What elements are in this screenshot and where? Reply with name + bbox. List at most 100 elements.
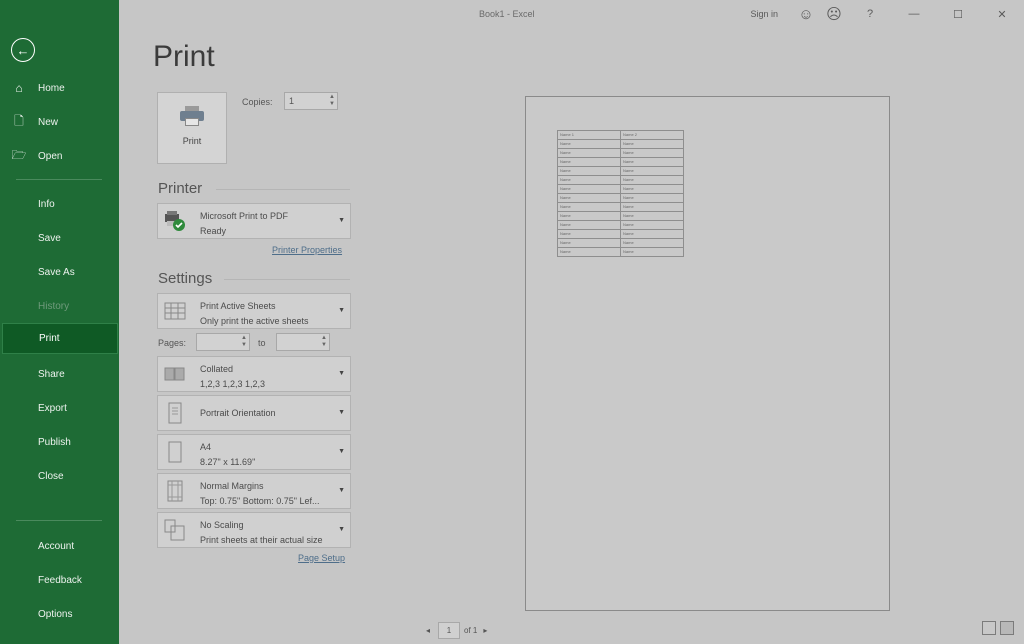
nav-new-label: New (38, 116, 59, 128)
copies-stepper[interactable]: 1 ▲ ▼ (284, 92, 338, 110)
table-cell: Name (620, 148, 684, 158)
dropdown-caret-icon: ▼ (338, 217, 345, 224)
pages-to-stepper[interactable]: ▲ ▼ (276, 333, 330, 351)
table-row: Name Name (557, 175, 684, 185)
nav-export[interactable]: Export (0, 394, 119, 422)
table-row: Name Name (557, 166, 684, 176)
collation-title: Collated (200, 364, 234, 374)
print-button-label: Print (182, 136, 202, 146)
nav-account[interactable]: Account (0, 532, 119, 560)
smile-feedback-icon[interactable]: ☺ (792, 0, 820, 28)
paper-size-dropdown[interactable]: A4 8.27" x 11.69" ▼ (157, 434, 351, 470)
table-cell: Name (620, 139, 684, 149)
table-row: Name Name (557, 139, 684, 149)
scaling-subtitle: Print sheets at their actual size (200, 535, 323, 545)
table-cell: Name (620, 166, 684, 176)
orientation-dropdown[interactable]: Portrait Orientation ▼ (157, 395, 351, 431)
preview-pager: ◂ 1 of 1 ▸ (426, 621, 487, 639)
table-row: Name Name (557, 184, 684, 194)
nav-options[interactable]: Options (0, 600, 119, 628)
page-setup-link[interactable]: Page Setup (298, 553, 345, 563)
margins-icon (167, 480, 183, 502)
paper-size-icon (168, 441, 182, 463)
page-title: Print (153, 40, 215, 73)
sheets-grid-icon (164, 302, 186, 320)
nav-new[interactable]: 🗋 New (0, 108, 119, 136)
nav-history: History (38, 300, 70, 312)
pages-label: Pages: (158, 338, 187, 348)
table-row: Name Name (557, 202, 684, 212)
print-button[interactable]: Print (157, 92, 227, 164)
nav-home[interactable]: ⌂ Home (0, 74, 119, 102)
table-cell: Name (557, 202, 621, 212)
nav-share[interactable]: Share (0, 360, 119, 388)
sidebar-divider (16, 179, 102, 180)
table-cell: Name (620, 220, 684, 230)
table-cell: Name (557, 175, 621, 185)
to-label: to (258, 338, 266, 348)
paper-size-subtitle: 8.27" x 11.69" (200, 457, 256, 467)
open-folder-icon: 🗁 (11, 147, 27, 162)
nav-feedback[interactable]: Feedback (0, 566, 119, 594)
nav-close[interactable]: Close (0, 462, 119, 490)
next-page-icon[interactable]: ▸ (483, 626, 487, 635)
page-count: of 1 (464, 625, 478, 635)
zoom-to-page-icon[interactable] (1000, 621, 1014, 635)
table-row: Name 1 Name 2 (557, 130, 684, 140)
spin-arrows-icon[interactable]: ▲ ▼ (241, 335, 247, 349)
table-cell: Name (620, 229, 684, 239)
nav-save-as[interactable]: Save As (0, 258, 119, 286)
help-icon[interactable]: ? (848, 0, 892, 28)
table-cell: Name (620, 238, 684, 248)
nav-open-label: Open (38, 150, 63, 162)
spin-arrows-icon[interactable]: ▲ ▼ (321, 335, 327, 349)
section-divider (216, 189, 350, 190)
dropdown-caret-icon: ▼ (338, 370, 345, 377)
table-cell: Name (557, 220, 621, 230)
printer-icon (180, 106, 204, 126)
table-cell: Name (620, 247, 684, 257)
print-preview-page: Name 1 Name 2 Name Name Name Name Name Name Name… (525, 96, 890, 611)
minimize-icon[interactable]: — (892, 0, 936, 28)
sign-in-link[interactable]: Sign in (736, 0, 792, 28)
table-cell: Name (557, 139, 621, 149)
scaling-dropdown[interactable]: No Scaling Print sheets at their actual … (157, 512, 351, 548)
nav-print[interactable]: Print (2, 323, 118, 354)
table-row: Name Name (557, 193, 684, 203)
dropdown-caret-icon: ▼ (338, 487, 345, 494)
maximize-icon[interactable]: ☐ (936, 0, 980, 28)
show-margins-icon[interactable] (982, 621, 996, 635)
table-row: Name Name (557, 220, 684, 230)
nav-info[interactable]: Info (0, 190, 119, 218)
table-cell: Name (557, 238, 621, 248)
table-cell: Name (557, 148, 621, 158)
title-bar: Book1 - Excel Sign in ☺ ☹ ? — ☐ ✕ (119, 0, 1024, 28)
table-cell: Name 2 (620, 130, 684, 140)
previous-page-icon[interactable]: ◂ (426, 626, 430, 635)
margins-dropdown[interactable]: Normal Margins Top: 0.75" Bottom: 0.75" … (157, 473, 351, 509)
close-icon[interactable]: ✕ (980, 0, 1024, 28)
nav-publish[interactable]: Publish (0, 428, 119, 456)
table-cell: Name (557, 211, 621, 221)
current-page-input[interactable]: 1 (438, 621, 461, 639)
pages-from-stepper[interactable]: ▲ ▼ (196, 333, 250, 351)
table-cell: Name 1 (557, 130, 621, 140)
printer-properties-link[interactable]: Printer Properties (272, 245, 342, 255)
collation-dropdown[interactable]: Collated 1,2,3 1,2,3 1,2,3 ▼ (157, 356, 351, 392)
print-what-dropdown[interactable]: Print Active Sheets Only print the activ… (157, 293, 351, 329)
printer-ready-icon (165, 211, 185, 231)
printer-heading: Printer (158, 180, 203, 197)
table-cell: Name (557, 184, 621, 194)
scaling-icon (164, 519, 185, 541)
collation-subtitle: 1,2,3 1,2,3 1,2,3 (200, 379, 266, 389)
paper-size-title: A4 (200, 442, 212, 452)
scaling-title: No Scaling (200, 520, 244, 530)
nav-save[interactable]: Save (0, 224, 119, 252)
printer-dropdown[interactable]: Microsoft Print to PDF Ready ▼ (157, 203, 351, 239)
spin-arrows-icon[interactable]: ▲ ▼ (329, 94, 335, 108)
collated-pages-icon (164, 367, 185, 381)
table-row: Name Name (557, 247, 684, 257)
nav-open[interactable]: 🗁 Open (0, 142, 119, 170)
frown-feedback-icon[interactable]: ☹ (820, 0, 848, 28)
back-arrow-icon[interactable]: ← (11, 38, 35, 62)
